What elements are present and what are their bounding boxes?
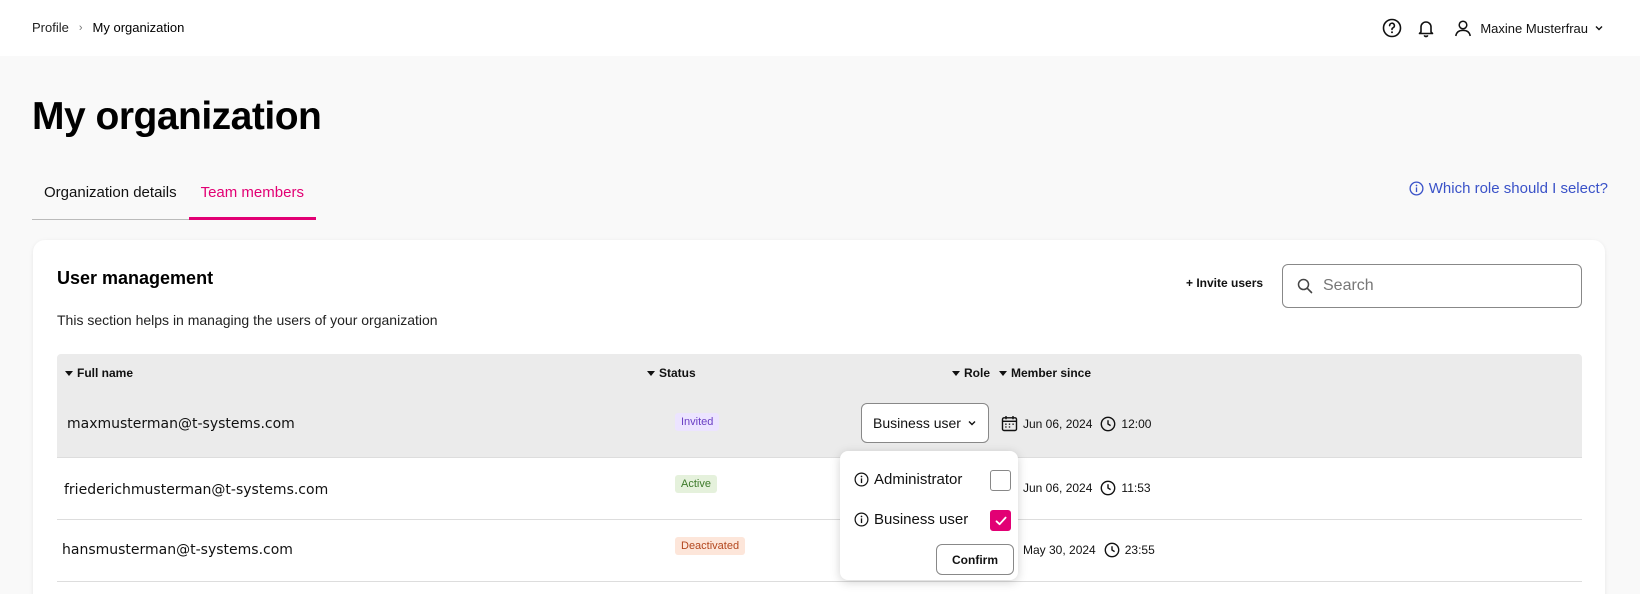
sort-caret-icon (952, 370, 960, 376)
status-badge: Deactivated (675, 537, 746, 555)
column-header-status[interactable]: Status (647, 366, 696, 380)
member-since-date: Jun 06, 2024 (1023, 416, 1093, 431)
search-input[interactable] (1323, 277, 1563, 295)
sort-caret-icon (65, 370, 73, 376)
user-icon (1455, 20, 1472, 37)
column-header-full-name[interactable]: Full name (65, 366, 133, 380)
section-title: User management (57, 268, 214, 288)
table-row[interactable]: hansmusterman@t-systems.com Deactivated … (57, 520, 1582, 582)
member-since-time: 12:00 (1121, 416, 1152, 431)
tab-organization-details[interactable]: Organization details (32, 178, 189, 220)
tab-team-members[interactable]: Team members (188, 178, 316, 220)
question-circle-icon[interactable] (1380, 16, 1404, 40)
role-select[interactable]: Business user (861, 403, 989, 443)
search-field[interactable] (1282, 264, 1582, 308)
chevron-down-icon (968, 421, 976, 426)
top-bar: Profile › My organization Maxine Musterf… (0, 0, 1640, 56)
role-select-value: Business user (873, 415, 961, 431)
breadcrumb-profile-link[interactable]: Profile (32, 20, 69, 35)
header-actions: Maxine Musterfrau (1370, 16, 1612, 40)
administrator-checkbox[interactable] (990, 470, 1011, 491)
sort-caret-icon (647, 370, 655, 376)
role-option-label: Business user (874, 511, 969, 528)
member-since-date: May 30, 2024 (1023, 542, 1096, 557)
user-email: maxmusterman@t-systems.com (67, 416, 295, 432)
user-email: hansmusterman@t-systems.com (62, 542, 293, 558)
info-icon (854, 512, 869, 527)
clock-icon (1104, 542, 1120, 557)
table-row[interactable]: maxmusterman@t-systems.com Invited Busin… (57, 392, 1582, 458)
member-since-date: Jun 06, 2024 (1023, 480, 1093, 495)
column-header-member-since[interactable]: Member since (999, 366, 1091, 380)
user-name: Maxine Musterfrau (1480, 20, 1588, 36)
role-option-label: Administrator (874, 471, 963, 488)
status-badge: Active (675, 475, 717, 493)
business-user-checkbox[interactable] (990, 510, 1011, 531)
role-dropdown: Administrator Business user Confirm (840, 451, 1018, 580)
column-header-role[interactable]: Role (952, 366, 990, 380)
member-since-time: 23:55 (1124, 542, 1155, 557)
member-since: May 30, 2024 23:55 (1001, 541, 1155, 558)
chevron-down-icon (1595, 26, 1603, 31)
info-icon (854, 472, 869, 487)
role-option-administrator[interactable]: Administrator (854, 471, 962, 488)
breadcrumb-separator: › (78, 21, 83, 34)
user-email: friederichmusterman@t-systems.com (64, 482, 329, 498)
clock-icon (1101, 480, 1116, 495)
table-header: Full name Status Role Member since (57, 354, 1582, 392)
table-row[interactable]: friederichmusterman@t-systems.com Active… (57, 458, 1582, 520)
tab-bar: Organization details Team members (32, 178, 316, 220)
bell-icon[interactable] (1414, 16, 1438, 40)
user-management-card: User management This section helps in ma… (33, 240, 1605, 594)
calendar-icon (1001, 416, 1018, 432)
search-icon (1297, 278, 1313, 294)
info-icon (1409, 181, 1424, 196)
page-title: My organization (32, 95, 322, 138)
section-description: This section helps in managing the users… (57, 312, 438, 328)
role-help-link[interactable]: Which role should I select? (1409, 180, 1608, 197)
sort-caret-icon (999, 370, 1007, 376)
confirm-button[interactable]: Confirm (936, 544, 1014, 575)
role-option-business-user[interactable]: Business user (854, 511, 968, 528)
clock-icon (1101, 416, 1116, 431)
checkmark-icon (995, 516, 1006, 525)
member-since: Jun 06, 2024 12:00 (1001, 415, 1151, 432)
invite-users-button[interactable]: + Invite users (1186, 276, 1263, 290)
user-menu[interactable]: Maxine Musterfrau (1454, 19, 1612, 37)
breadcrumb: Profile › My organization (32, 20, 184, 35)
status-badge: Invited (675, 413, 720, 431)
role-help-link-label: Which role should I select? (1428, 180, 1608, 197)
member-since: Jun 06, 2024 11:53 (1001, 479, 1151, 496)
member-since-time: 11:53 (1121, 480, 1151, 495)
breadcrumb-current: My organization (92, 20, 185, 35)
